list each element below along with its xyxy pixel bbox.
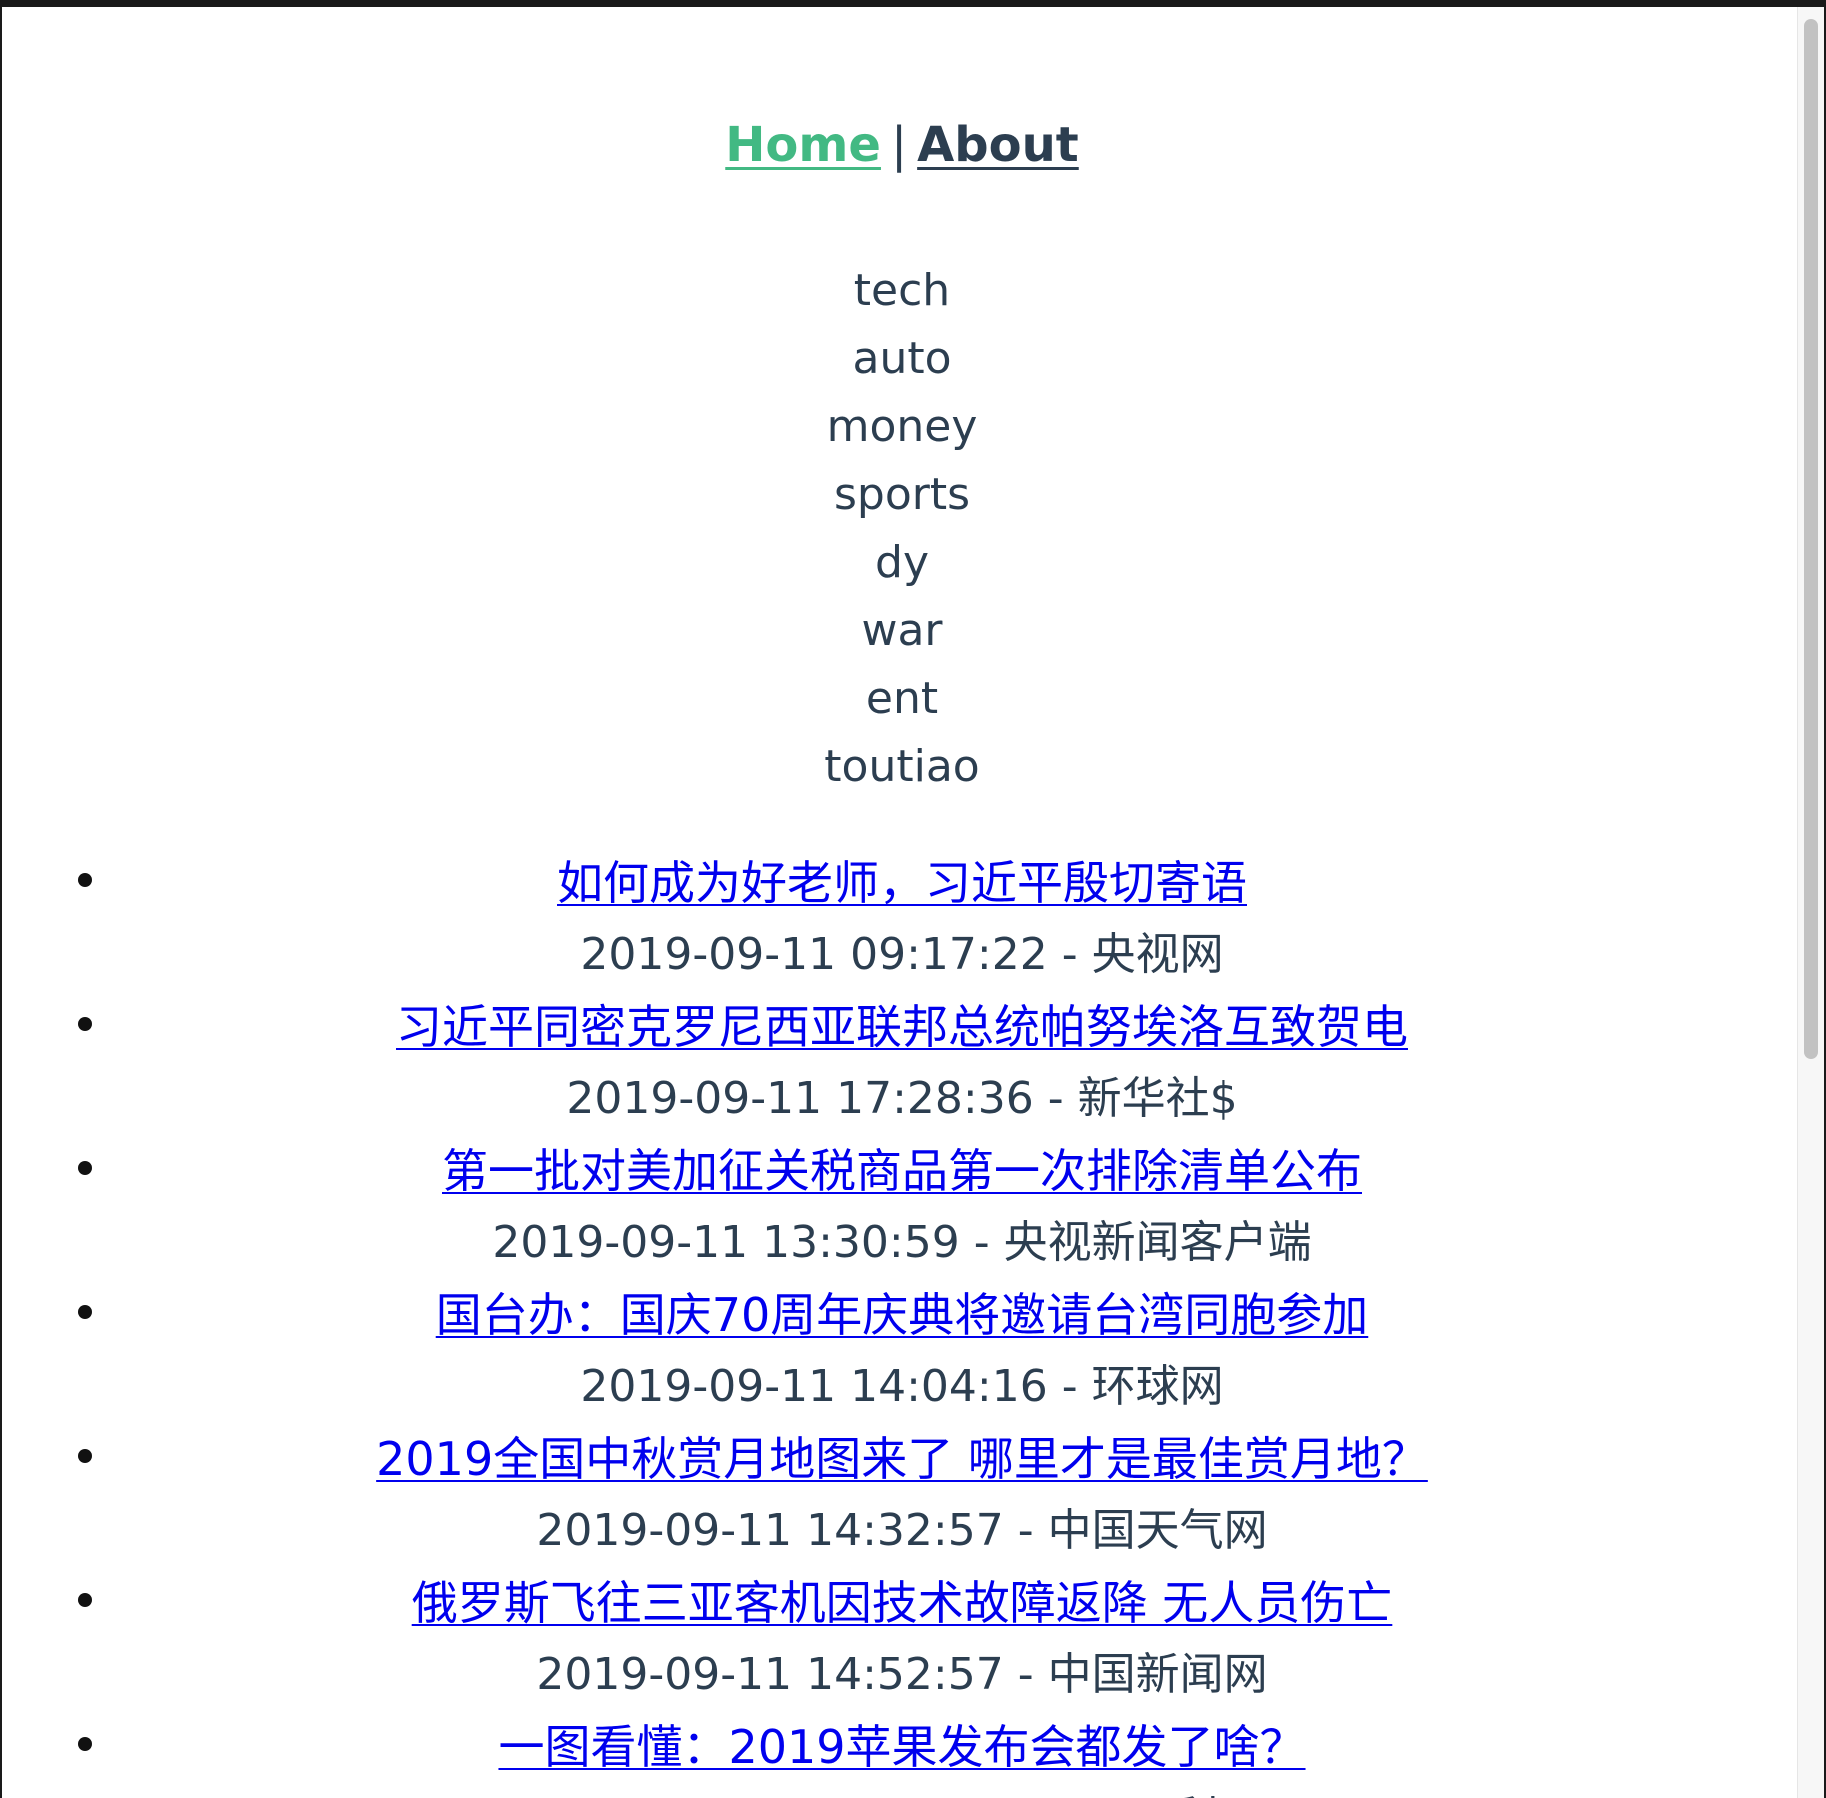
news-meta: 2019-09-11 14:32:57 - 中国天气网 — [536, 1505, 1268, 1556]
nav-separator: | — [890, 117, 908, 173]
bullet-icon — [78, 873, 92, 887]
category-item-toutiao[interactable]: toutiao — [2, 733, 1802, 801]
news-title-link[interactable]: 俄罗斯飞往三亚客机因技术故障返降 无人员伤亡 — [412, 1567, 1393, 1639]
news-item: 第一批对美加征关税商品第一次排除清单公布 2019-09-11 13:30:59… — [2, 1135, 1802, 1279]
category-item-dy[interactable]: dy — [2, 529, 1802, 597]
vertical-scrollbar[interactable] — [1797, 7, 1824, 1798]
news-item: 2019全国中秋赏月地图来了 哪里才是最佳赏月地？ 2019-09-11 14:… — [2, 1423, 1802, 1567]
category-item-auto[interactable]: auto — [2, 325, 1802, 393]
news-meta: 2019-09-11 14:04:16 - 环球网 — [580, 1361, 1224, 1412]
news-meta: 2019-09-11 09:17:22 - 央视网 — [580, 929, 1224, 980]
page-window: Home | About tech auto money sports dy war… — [2, 7, 1824, 1798]
news-title-link[interactable]: 如何成为好老师，习近平殷切寄语 — [557, 847, 1247, 919]
news-title-link[interactable]: 2019全国中秋赏月地图来了 哪里才是最佳赏月地？ — [376, 1423, 1428, 1495]
category-list: tech auto money sports dy war ent toutia… — [2, 257, 1802, 801]
bullet-icon — [78, 1737, 92, 1751]
news-item: 如何成为好老师，习近平殷切寄语 2019-09-11 09:17:22 - 央视… — [2, 847, 1802, 991]
nav-home-link[interactable]: Home — [725, 117, 881, 173]
browser-frame: Home | About tech auto money sports dy war… — [0, 0, 1826, 1798]
news-meta: 2019-09-11 07:17:47 - 国风手机 — [2, 1783, 1802, 1798]
top-nav: Home | About — [2, 115, 1802, 175]
news-item: 一图看懂：2019苹果发布会都发了啥？ 2019-09-11 07:17:47 … — [2, 1711, 1802, 1798]
news-title-link[interactable]: 国台办：国庆70周年庆典将邀请台湾同胞参加 — [436, 1279, 1369, 1351]
nav-about-link[interactable]: About — [917, 117, 1079, 173]
category-item-ent[interactable]: ent — [2, 665, 1802, 733]
category-item-money[interactable]: money — [2, 393, 1802, 461]
category-item-sports[interactable]: sports — [2, 461, 1802, 529]
news-item: 俄罗斯飞往三亚客机因技术故障返降 无人员伤亡 2019-09-11 14:52:… — [2, 1567, 1802, 1711]
news-title-link[interactable]: 习近平同密克罗尼西亚联邦总统帕努埃洛互致贺电 — [396, 991, 1408, 1063]
category-item-war[interactable]: war — [2, 597, 1802, 665]
news-list: 如何成为好老师，习近平殷切寄语 2019-09-11 09:17:22 - 央视… — [2, 847, 1802, 1798]
scrollbar-thumb[interactable] — [1804, 19, 1818, 1059]
news-meta: 2019-09-11 14:52:57 - 中国新闻网 — [536, 1649, 1268, 1700]
bullet-icon — [78, 1449, 92, 1463]
news-title-link[interactable]: 第一批对美加征关税商品第一次排除清单公布 — [442, 1135, 1362, 1207]
bullet-icon — [78, 1305, 92, 1319]
news-meta: 2019-09-11 13:30:59 - 央视新闻客户端 — [492, 1217, 1312, 1268]
category-item-tech[interactable]: tech — [2, 257, 1802, 325]
bullet-icon — [78, 1593, 92, 1607]
news-meta: 2019-09-11 17:28:36 - 新华社$ — [566, 1073, 1238, 1124]
news-item: 国台办：国庆70周年庆典将邀请台湾同胞参加 2019-09-11 14:04:1… — [2, 1279, 1802, 1423]
news-item: 习近平同密克罗尼西亚联邦总统帕努埃洛互致贺电 2019-09-11 17:28:… — [2, 991, 1802, 1135]
bullet-icon — [78, 1017, 92, 1031]
news-title-link[interactable]: 一图看懂：2019苹果发布会都发了啥？ — [498, 1711, 1305, 1783]
bullet-icon — [78, 1161, 92, 1175]
